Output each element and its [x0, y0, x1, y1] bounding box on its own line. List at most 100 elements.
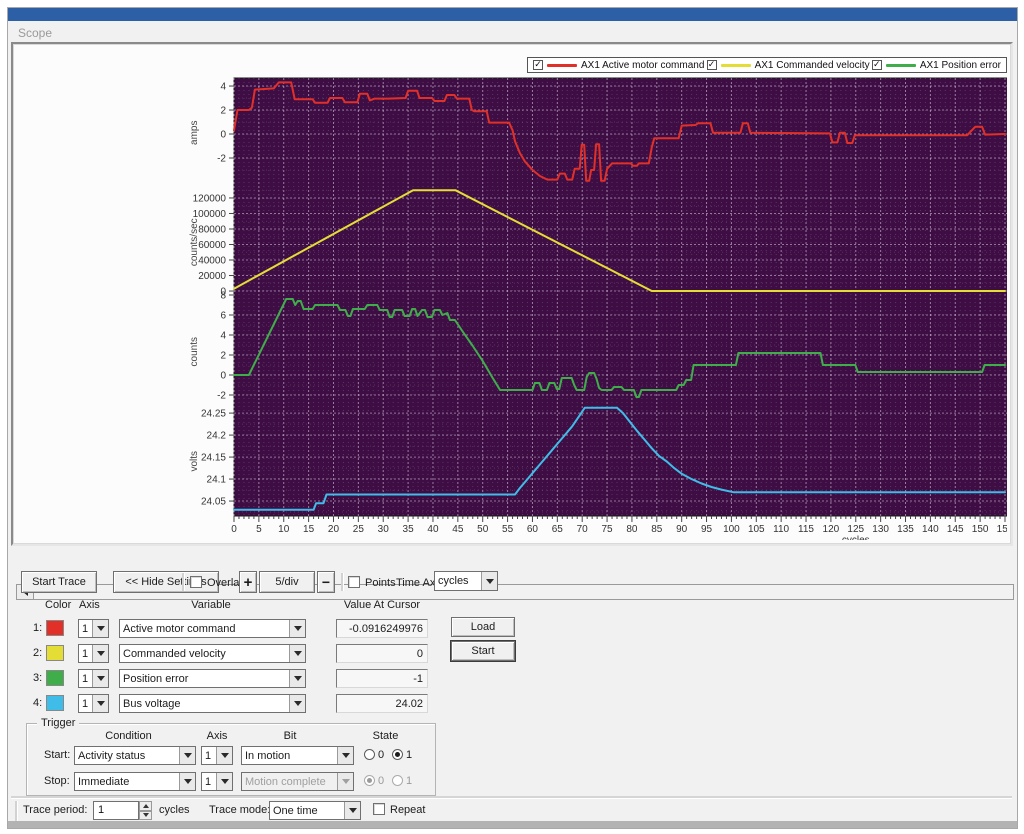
trace-row-index: 4:	[33, 697, 42, 709]
trigger-stop-condition-select[interactable]: Immediate	[74, 772, 196, 791]
chevron-down-icon[interactable]	[337, 747, 353, 764]
toolbar-separator	[182, 573, 185, 591]
svg-text:50: 50	[477, 524, 489, 535]
svg-text:8: 8	[220, 291, 226, 302]
svg-text:155: 155	[997, 524, 1007, 535]
trigger-start-state0-label: 0	[378, 749, 384, 761]
legend-line-red	[547, 64, 577, 67]
trigger-start-condition-select[interactable]: Activity status	[74, 746, 196, 765]
trigger-stop-state1-radio	[392, 775, 403, 786]
legend-checkbox-position-error[interactable]	[872, 60, 882, 70]
trigger-start-label: Start:	[44, 749, 70, 761]
trace3-axis-select[interactable]: 1	[78, 669, 109, 688]
legend-line-green	[886, 64, 916, 67]
footer-gutter	[15, 801, 18, 821]
svg-text:counts: counts	[189, 337, 200, 366]
trace-period-units: cycles	[159, 804, 190, 816]
trace4-variable-select[interactable]: Bus voltage	[119, 694, 306, 713]
svg-text:24.05: 24.05	[201, 497, 226, 508]
legend-item-position-error: AX1 Position error	[872, 60, 1001, 71]
scope-chart[interactable]: 420-2amps1200001000008000060000400002000…	[13, 44, 1007, 540]
time-axis-select[interactable]: cycles	[434, 571, 498, 591]
svg-text:140: 140	[922, 524, 939, 535]
trigger-stop-state0-label: 0	[378, 775, 384, 787]
svg-text:40000: 40000	[198, 256, 226, 267]
legend-label: AX1 Active motor command	[581, 60, 704, 71]
title-bar[interactable]	[8, 8, 1017, 21]
chevron-down-icon[interactable]	[179, 747, 195, 764]
trace-mode-select[interactable]: One time	[269, 801, 361, 820]
trace4-axis-select[interactable]: 1	[78, 694, 109, 713]
col-header-variable: Variable	[121, 599, 301, 611]
col-header-value: Value At Cursor	[336, 599, 428, 611]
svg-text:-2: -2	[217, 391, 226, 402]
svg-text:130: 130	[872, 524, 889, 535]
legend-item-commanded-velocity: AX1 Commanded velocity	[707, 60, 870, 71]
trace2-axis-select[interactable]: 1	[78, 644, 109, 663]
zoom-out-button[interactable]: −	[317, 571, 335, 593]
trigger-stop-axis-select[interactable]: 1	[201, 772, 233, 791]
chevron-down-icon[interactable]	[92, 645, 108, 662]
chevron-down-icon[interactable]	[179, 773, 195, 790]
per-div-button[interactable]: 5/div	[259, 571, 315, 593]
chevron-down-icon[interactable]	[289, 670, 305, 687]
trace-period-spinner[interactable]: 1	[93, 801, 152, 820]
chevron-down-icon[interactable]	[92, 620, 108, 637]
trigger-start-state1-radio[interactable]	[392, 749, 403, 760]
chevron-down-icon[interactable]	[216, 773, 232, 790]
trigger-stop-state0-radio	[364, 775, 375, 786]
svg-text:0: 0	[231, 524, 237, 535]
scope-window: Scope 420-2amps1200001000008000060000400…	[0, 0, 1024, 834]
trigger-start-bit-select[interactable]: In motion	[241, 746, 354, 765]
load-button[interactable]: Load	[451, 617, 515, 637]
trace1-variable-select[interactable]: Active motor command	[119, 619, 306, 638]
trigger-header-condition: Condition	[86, 730, 171, 742]
chevron-down-icon[interactable]	[92, 695, 108, 712]
trace3-variable-select[interactable]: Position error	[119, 669, 306, 688]
svg-text:105: 105	[748, 524, 765, 535]
trace1-axis-select[interactable]: 1	[78, 619, 109, 638]
footer-separator	[11, 796, 1012, 799]
window-frame: Scope 420-2amps1200001000008000060000400…	[7, 7, 1018, 829]
spinner-down-icon[interactable]	[139, 811, 152, 821]
chevron-down-icon[interactable]	[92, 670, 108, 687]
spinner-up-icon[interactable]	[139, 801, 152, 811]
svg-text:150: 150	[972, 524, 989, 535]
trace2-variable-select[interactable]: Commanded velocity	[119, 644, 306, 663]
trigger-start-axis-select[interactable]: 1	[201, 746, 233, 765]
repeat-checkbox[interactable]	[373, 803, 385, 815]
svg-text:120: 120	[823, 524, 840, 535]
trigger-header-state: State	[363, 730, 408, 742]
chevron-down-icon[interactable]	[289, 620, 305, 637]
legend-checkbox-motor-command[interactable]	[533, 60, 543, 70]
overlay-checkbox[interactable]	[190, 576, 202, 588]
svg-text:25: 25	[353, 524, 365, 535]
start-trace-button[interactable]: Start Trace	[21, 571, 97, 593]
svg-text:70: 70	[577, 524, 589, 535]
svg-text:2: 2	[220, 106, 226, 117]
zoom-in-button[interactable]: +	[239, 571, 257, 593]
chevron-down-icon[interactable]	[289, 645, 305, 662]
svg-text:135: 135	[897, 524, 914, 535]
chevron-down-icon[interactable]	[481, 572, 497, 590]
chevron-down-icon[interactable]	[216, 747, 232, 764]
svg-text:100: 100	[723, 524, 740, 535]
svg-text:90: 90	[676, 524, 688, 535]
time-axis-value: cycles	[435, 575, 481, 587]
svg-text:24.25: 24.25	[201, 409, 226, 420]
start-button[interactable]: Start	[451, 641, 515, 661]
chevron-down-icon[interactable]	[344, 802, 360, 819]
svg-text:24.15: 24.15	[201, 453, 226, 464]
svg-text:145: 145	[947, 524, 964, 535]
trigger-stop-label: Stop:	[44, 775, 70, 787]
svg-text:15: 15	[303, 524, 315, 535]
trigger-start-state0-radio[interactable]	[364, 749, 375, 760]
trace3-value-at-cursor: -1	[336, 669, 428, 688]
trace-period-input[interactable]: 1	[93, 801, 139, 820]
trigger-stop-bit-select: Motion complete	[241, 772, 354, 791]
svg-text:35: 35	[403, 524, 415, 535]
hide-settings-button[interactable]: << Hide Settings	[113, 571, 219, 593]
points-checkbox[interactable]	[348, 576, 360, 588]
legend-checkbox-commanded-velocity[interactable]	[707, 60, 717, 70]
chevron-down-icon[interactable]	[289, 695, 305, 712]
